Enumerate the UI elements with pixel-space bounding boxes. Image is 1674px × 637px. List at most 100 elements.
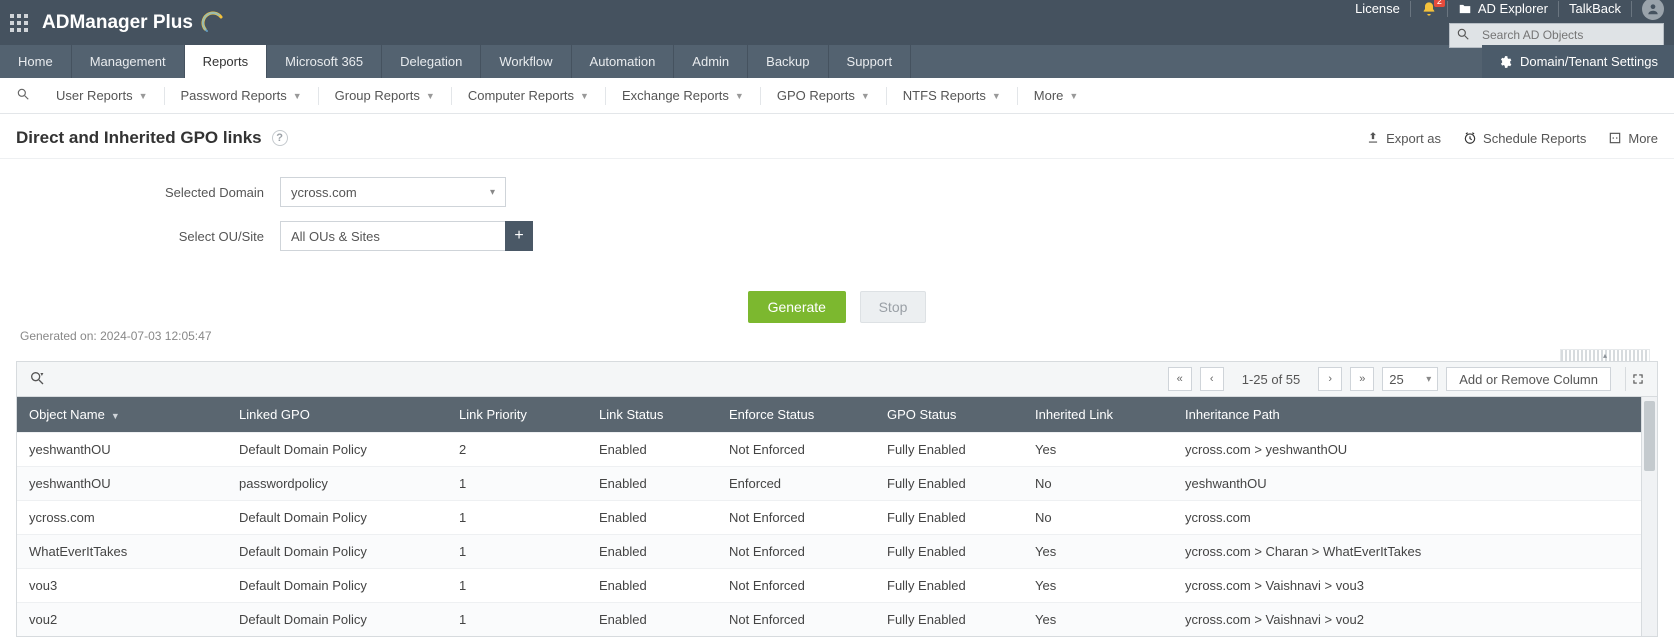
more-icon xyxy=(1608,131,1622,145)
nav-tab-workflow[interactable]: Workflow xyxy=(481,45,571,78)
clock-icon xyxy=(1463,131,1477,145)
domain-settings-button[interactable]: Domain/Tenant Settings xyxy=(1482,45,1674,78)
table-cell: ycross.com > Charan > WhatEverItTakes xyxy=(1173,535,1657,569)
add-remove-column-button[interactable]: Add or Remove Column xyxy=(1446,367,1611,391)
table-cell: Default Domain Policy xyxy=(227,535,447,569)
col-linked-gpo[interactable]: Linked GPO xyxy=(227,397,447,433)
subnav-computer-reports[interactable]: Computer Reports▼ xyxy=(454,78,603,114)
export-as-button[interactable]: Export as xyxy=(1366,131,1441,146)
search-input[interactable] xyxy=(1476,28,1663,42)
table-cell: No xyxy=(1023,467,1173,501)
nav-tab-backup[interactable]: Backup xyxy=(748,45,828,78)
selected-domain-dropdown[interactable]: ycross.com ▾ xyxy=(280,177,506,207)
select-ou-value: All OUs & Sites xyxy=(291,229,380,244)
table-cell: Fully Enabled xyxy=(875,467,1023,501)
chevron-down-icon: ▼ xyxy=(293,91,302,101)
schedule-reports-button[interactable]: Schedule Reports xyxy=(1463,131,1586,146)
table-row[interactable]: WhatEverItTakesDefault Domain Policy1Ena… xyxy=(17,535,1657,569)
folder-icon xyxy=(1458,2,1472,16)
pager-prev-button[interactable]: ‹ xyxy=(1200,367,1224,391)
table-row[interactable]: vou2Default Domain Policy1EnabledNot Enf… xyxy=(17,603,1657,637)
nav-tab-delegation[interactable]: Delegation xyxy=(382,45,481,78)
table-cell: Not Enforced xyxy=(717,501,875,535)
talkback-link[interactable]: TalkBack xyxy=(1569,1,1621,16)
nav-tab-admin[interactable]: Admin xyxy=(674,45,748,78)
brand-text: ADManager Plus xyxy=(42,12,193,34)
table-cell: Yes xyxy=(1023,569,1173,603)
page-size-dropdown[interactable]: 25 ▾ xyxy=(1382,367,1438,391)
divider xyxy=(605,87,606,105)
generate-button[interactable]: Generate xyxy=(748,291,846,323)
col-inherited-link[interactable]: Inherited Link xyxy=(1023,397,1173,433)
divider xyxy=(1410,1,1411,17)
table-cell: WhatEverItTakes xyxy=(17,535,227,569)
pager-first-button[interactable]: « xyxy=(1168,367,1192,391)
ad-explorer-link[interactable]: AD Explorer xyxy=(1458,1,1548,16)
table-cell: ycross.com xyxy=(1173,501,1657,535)
panel-resize-grip[interactable] xyxy=(1560,349,1650,361)
pager-last-button[interactable]: » xyxy=(1350,367,1374,391)
col-enforce-status[interactable]: Enforce Status xyxy=(717,397,875,433)
col-inheritance-path[interactable]: Inheritance Path xyxy=(1173,397,1657,433)
topbar: ADManager Plus License 2 AD Explorer Tal… xyxy=(0,0,1674,45)
nav-tab-reports[interactable]: Reports xyxy=(185,45,268,78)
license-link[interactable]: License xyxy=(1355,1,1400,16)
pager-next-button[interactable]: › xyxy=(1318,367,1342,391)
col-link-priority[interactable]: Link Priority xyxy=(447,397,587,433)
chevron-down-icon: ▼ xyxy=(580,91,589,101)
col-gpo-status[interactable]: GPO Status xyxy=(875,397,1023,433)
schedule-label: Schedule Reports xyxy=(1483,131,1586,146)
subnav-group-reports[interactable]: Group Reports▼ xyxy=(321,78,449,114)
drag-handle-strip xyxy=(0,351,1674,361)
gear-icon xyxy=(1498,55,1512,69)
subnav-password-reports[interactable]: Password Reports▼ xyxy=(167,78,316,114)
scrollbar-thumb[interactable] xyxy=(1644,401,1655,471)
fullscreen-button[interactable] xyxy=(1625,367,1649,391)
brand-swoosh-icon xyxy=(201,11,225,35)
search-icon xyxy=(1450,27,1476,44)
subnav-gpo-reports[interactable]: GPO Reports▼ xyxy=(763,78,884,114)
chevron-down-icon: ▾ xyxy=(1426,374,1431,385)
nav-tab-automation[interactable]: Automation xyxy=(572,45,675,78)
table-search-icon[interactable]: ▾ xyxy=(25,370,49,389)
nav-tab-home[interactable]: Home xyxy=(0,45,72,78)
table-cell: ycross.com > Vaishnavi > vou2 xyxy=(1173,603,1657,637)
subnav-exchange-reports[interactable]: Exchange Reports▼ xyxy=(608,78,758,114)
notification-bell[interactable]: 2 xyxy=(1421,1,1437,17)
table-cell: Fully Enabled xyxy=(875,569,1023,603)
table-row[interactable]: ycross.comDefault Domain Policy1EnabledN… xyxy=(17,501,1657,535)
divider xyxy=(164,87,165,105)
col-object-name[interactable]: Object Name▼ xyxy=(17,397,227,433)
table-cell: 1 xyxy=(447,467,587,501)
page-title: Direct and Inherited GPO links xyxy=(16,128,262,148)
nav-tab-support[interactable]: Support xyxy=(829,45,912,78)
nav-tab-microsoft-365[interactable]: Microsoft 365 xyxy=(267,45,382,78)
apps-grid-icon[interactable] xyxy=(10,14,28,32)
table-cell: 1 xyxy=(447,535,587,569)
divider xyxy=(760,87,761,105)
table-cell: ycross.com > yeshwanthOU xyxy=(1173,433,1657,467)
subnav-more[interactable]: More▼ xyxy=(1020,78,1093,114)
user-avatar[interactable] xyxy=(1642,0,1664,20)
more-button[interactable]: More xyxy=(1608,131,1658,146)
pager-range: 1-25 of 55 xyxy=(1232,372,1311,387)
export-icon xyxy=(1366,131,1380,145)
table-cell: Default Domain Policy xyxy=(227,501,447,535)
table-cell: Enabled xyxy=(587,501,717,535)
search-ad-objects[interactable] xyxy=(1449,23,1664,48)
table-row[interactable]: yeshwanthOUDefault Domain Policy2Enabled… xyxy=(17,433,1657,467)
help-icon[interactable]: ? xyxy=(272,130,288,146)
subnav-ntfs-reports[interactable]: NTFS Reports▼ xyxy=(889,78,1015,114)
user-icon xyxy=(1646,2,1660,16)
col-link-status[interactable]: Link Status xyxy=(587,397,717,433)
results-table-wrap: Object Name▼Linked GPOLink PriorityLink … xyxy=(16,397,1658,637)
table-row[interactable]: yeshwanthOUpasswordpolicy1EnabledEnforce… xyxy=(17,467,1657,501)
subnav-search-icon[interactable] xyxy=(8,87,38,104)
selected-domain-value: ycross.com xyxy=(291,185,357,200)
table-row[interactable]: vou3Default Domain Policy1EnabledNot Enf… xyxy=(17,569,1657,603)
nav-tab-management[interactable]: Management xyxy=(72,45,185,78)
vertical-scrollbar[interactable] xyxy=(1641,397,1657,636)
subnav-user-reports[interactable]: User Reports▼ xyxy=(42,78,162,114)
select-ou-field[interactable]: All OUs & Sites xyxy=(280,221,506,251)
add-ou-button[interactable]: + xyxy=(505,221,533,251)
